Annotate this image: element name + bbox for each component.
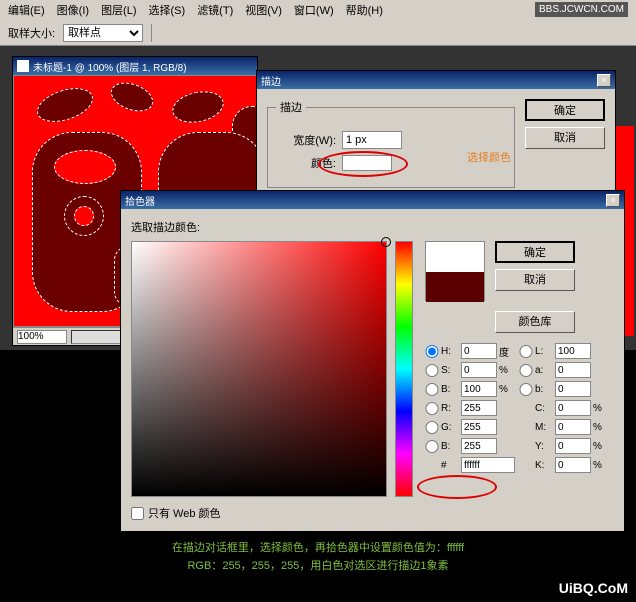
y-unit: % xyxy=(593,441,607,452)
stroke-titlebar[interactable]: 描边 × xyxy=(257,71,615,89)
annotation-text: 选择颜色 xyxy=(467,149,511,165)
a-input[interactable] xyxy=(555,362,591,378)
options-bar: 取样大小: 取样点 xyxy=(0,20,636,46)
uibq-watermark: UiBQ.CoM xyxy=(559,580,628,596)
m-unit: % xyxy=(593,422,607,433)
picker-cancel-button[interactable]: 取消 xyxy=(495,269,575,291)
menu-layer[interactable]: 图层(L) xyxy=(97,0,140,20)
close-icon[interactable]: × xyxy=(597,74,611,87)
s-label: S: xyxy=(441,365,459,376)
stroke-group: 描边 宽度(W): 颜色: xyxy=(267,99,515,188)
s-unit: % xyxy=(499,365,517,376)
picker-titlebar[interactable]: 拾色器 × xyxy=(121,191,624,209)
picker-title: 拾色器 xyxy=(125,193,155,208)
web-only-checkbox[interactable] xyxy=(131,507,144,520)
m-input[interactable] xyxy=(555,419,591,435)
hue-slider[interactable] xyxy=(395,241,413,497)
r-label: R: xyxy=(441,403,459,414)
c-unit: % xyxy=(593,403,607,414)
h-input[interactable] xyxy=(461,343,497,359)
bc-input[interactable] xyxy=(461,438,497,454)
m-label: M: xyxy=(535,422,553,433)
k-input[interactable] xyxy=(555,457,591,473)
menu-select[interactable]: 选择(S) xyxy=(145,0,190,20)
document-icon xyxy=(17,60,29,72)
r-input[interactable] xyxy=(461,400,497,416)
b-unit: % xyxy=(499,384,517,395)
web-only-label: 只有 Web 颜色 xyxy=(148,505,221,521)
g-label: G: xyxy=(441,422,459,433)
c-label: C: xyxy=(535,403,553,414)
stroke-dialog: 描边 × 描边 宽度(W): 颜色: 确定 取消 选择颜色 xyxy=(256,70,616,199)
width-label: 宽度(W): xyxy=(276,132,336,148)
sample-size-label: 取样大小: xyxy=(8,25,55,41)
y-label: Y: xyxy=(535,441,553,452)
width-input[interactable] xyxy=(342,131,402,149)
color-picker-dialog: 拾色器 × 选取描边颜色: 确定 取消 颜色 xyxy=(120,190,625,532)
caption-line1: 在描边对话框里，选择颜色，再拾色器中设置颜色值为：ffffff xyxy=(0,540,636,558)
l-label: L: xyxy=(535,346,553,357)
stroke-group-label: 描边 xyxy=(276,99,306,115)
radio-r[interactable] xyxy=(425,402,439,415)
color-swatch[interactable] xyxy=(342,155,392,171)
b2-label: b: xyxy=(535,384,553,395)
radio-l[interactable] xyxy=(519,345,533,358)
menu-filter[interactable]: 滤镜(T) xyxy=(193,0,237,20)
document-title: 未标题-1 @ 100% (图层 1, RGB/8) xyxy=(33,59,187,74)
radio-b2[interactable] xyxy=(519,383,533,396)
new-color xyxy=(426,242,484,272)
stroke-title: 描边 xyxy=(261,73,281,88)
color-fields: H: 度 L: S:% a: B:% b: R: C:% G: M:% B: Y:… xyxy=(425,343,614,473)
menu-help[interactable]: 帮助(H) xyxy=(342,0,387,20)
color-preview xyxy=(425,241,485,301)
c-input[interactable] xyxy=(555,400,591,416)
saturation-value-field[interactable] xyxy=(131,241,387,497)
picker-label: 选取描边颜色: xyxy=(131,219,614,235)
color-label: 颜色: xyxy=(276,155,336,171)
hex-input[interactable] xyxy=(461,457,515,473)
annotation-oval-hex xyxy=(417,475,497,499)
h-unit: 度 xyxy=(499,344,517,359)
current-color xyxy=(426,272,484,302)
sample-size-select[interactable]: 取样点 xyxy=(63,24,143,42)
divider xyxy=(151,24,152,42)
radio-g[interactable] xyxy=(425,421,439,434)
radio-s[interactable] xyxy=(425,364,439,377)
sv-cursor xyxy=(381,237,391,247)
menu-bar: 编辑(E) 图像(I) 图层(L) 选择(S) 滤镜(T) 视图(V) 窗口(W… xyxy=(0,0,636,20)
hex-label: # xyxy=(441,460,459,471)
watermark: BBS.JCWCN.COM xyxy=(535,2,628,17)
k-label: K: xyxy=(535,460,553,471)
l-input[interactable] xyxy=(555,343,591,359)
close-icon[interactable]: × xyxy=(606,194,620,207)
cancel-button[interactable]: 取消 xyxy=(525,127,605,149)
a-label: a: xyxy=(535,365,553,376)
caption-line2: RGB：255，255，255，用白色对选区进行描边1象素 xyxy=(0,558,636,576)
radio-h[interactable] xyxy=(425,345,439,358)
radio-a[interactable] xyxy=(519,364,533,377)
document-titlebar[interactable]: 未标题-1 @ 100% (图层 1, RGB/8) xyxy=(13,57,257,75)
menu-view[interactable]: 视图(V) xyxy=(241,0,286,20)
b2-input[interactable] xyxy=(555,381,591,397)
y-input[interactable] xyxy=(555,438,591,454)
h-label: H: xyxy=(441,346,459,357)
radio-b[interactable] xyxy=(425,383,439,396)
caption: 在描边对话框里，选择颜色，再拾色器中设置颜色值为：ffffff RGB：255，… xyxy=(0,540,636,575)
ok-button[interactable]: 确定 xyxy=(525,99,605,121)
bc-label: B: xyxy=(441,441,459,452)
s-input[interactable] xyxy=(461,362,497,378)
g-input[interactable] xyxy=(461,419,497,435)
radio-bc[interactable] xyxy=(425,440,439,453)
color-library-button[interactable]: 颜色库 xyxy=(495,311,575,333)
zoom-input[interactable] xyxy=(17,330,67,344)
menu-edit[interactable]: 编辑(E) xyxy=(4,0,49,20)
picker-ok-button[interactable]: 确定 xyxy=(495,241,575,263)
menu-image[interactable]: 图像(I) xyxy=(53,0,93,20)
menu-window[interactable]: 窗口(W) xyxy=(290,0,338,20)
k-unit: % xyxy=(593,460,607,471)
b-label: B: xyxy=(441,384,459,395)
b-input[interactable] xyxy=(461,381,497,397)
